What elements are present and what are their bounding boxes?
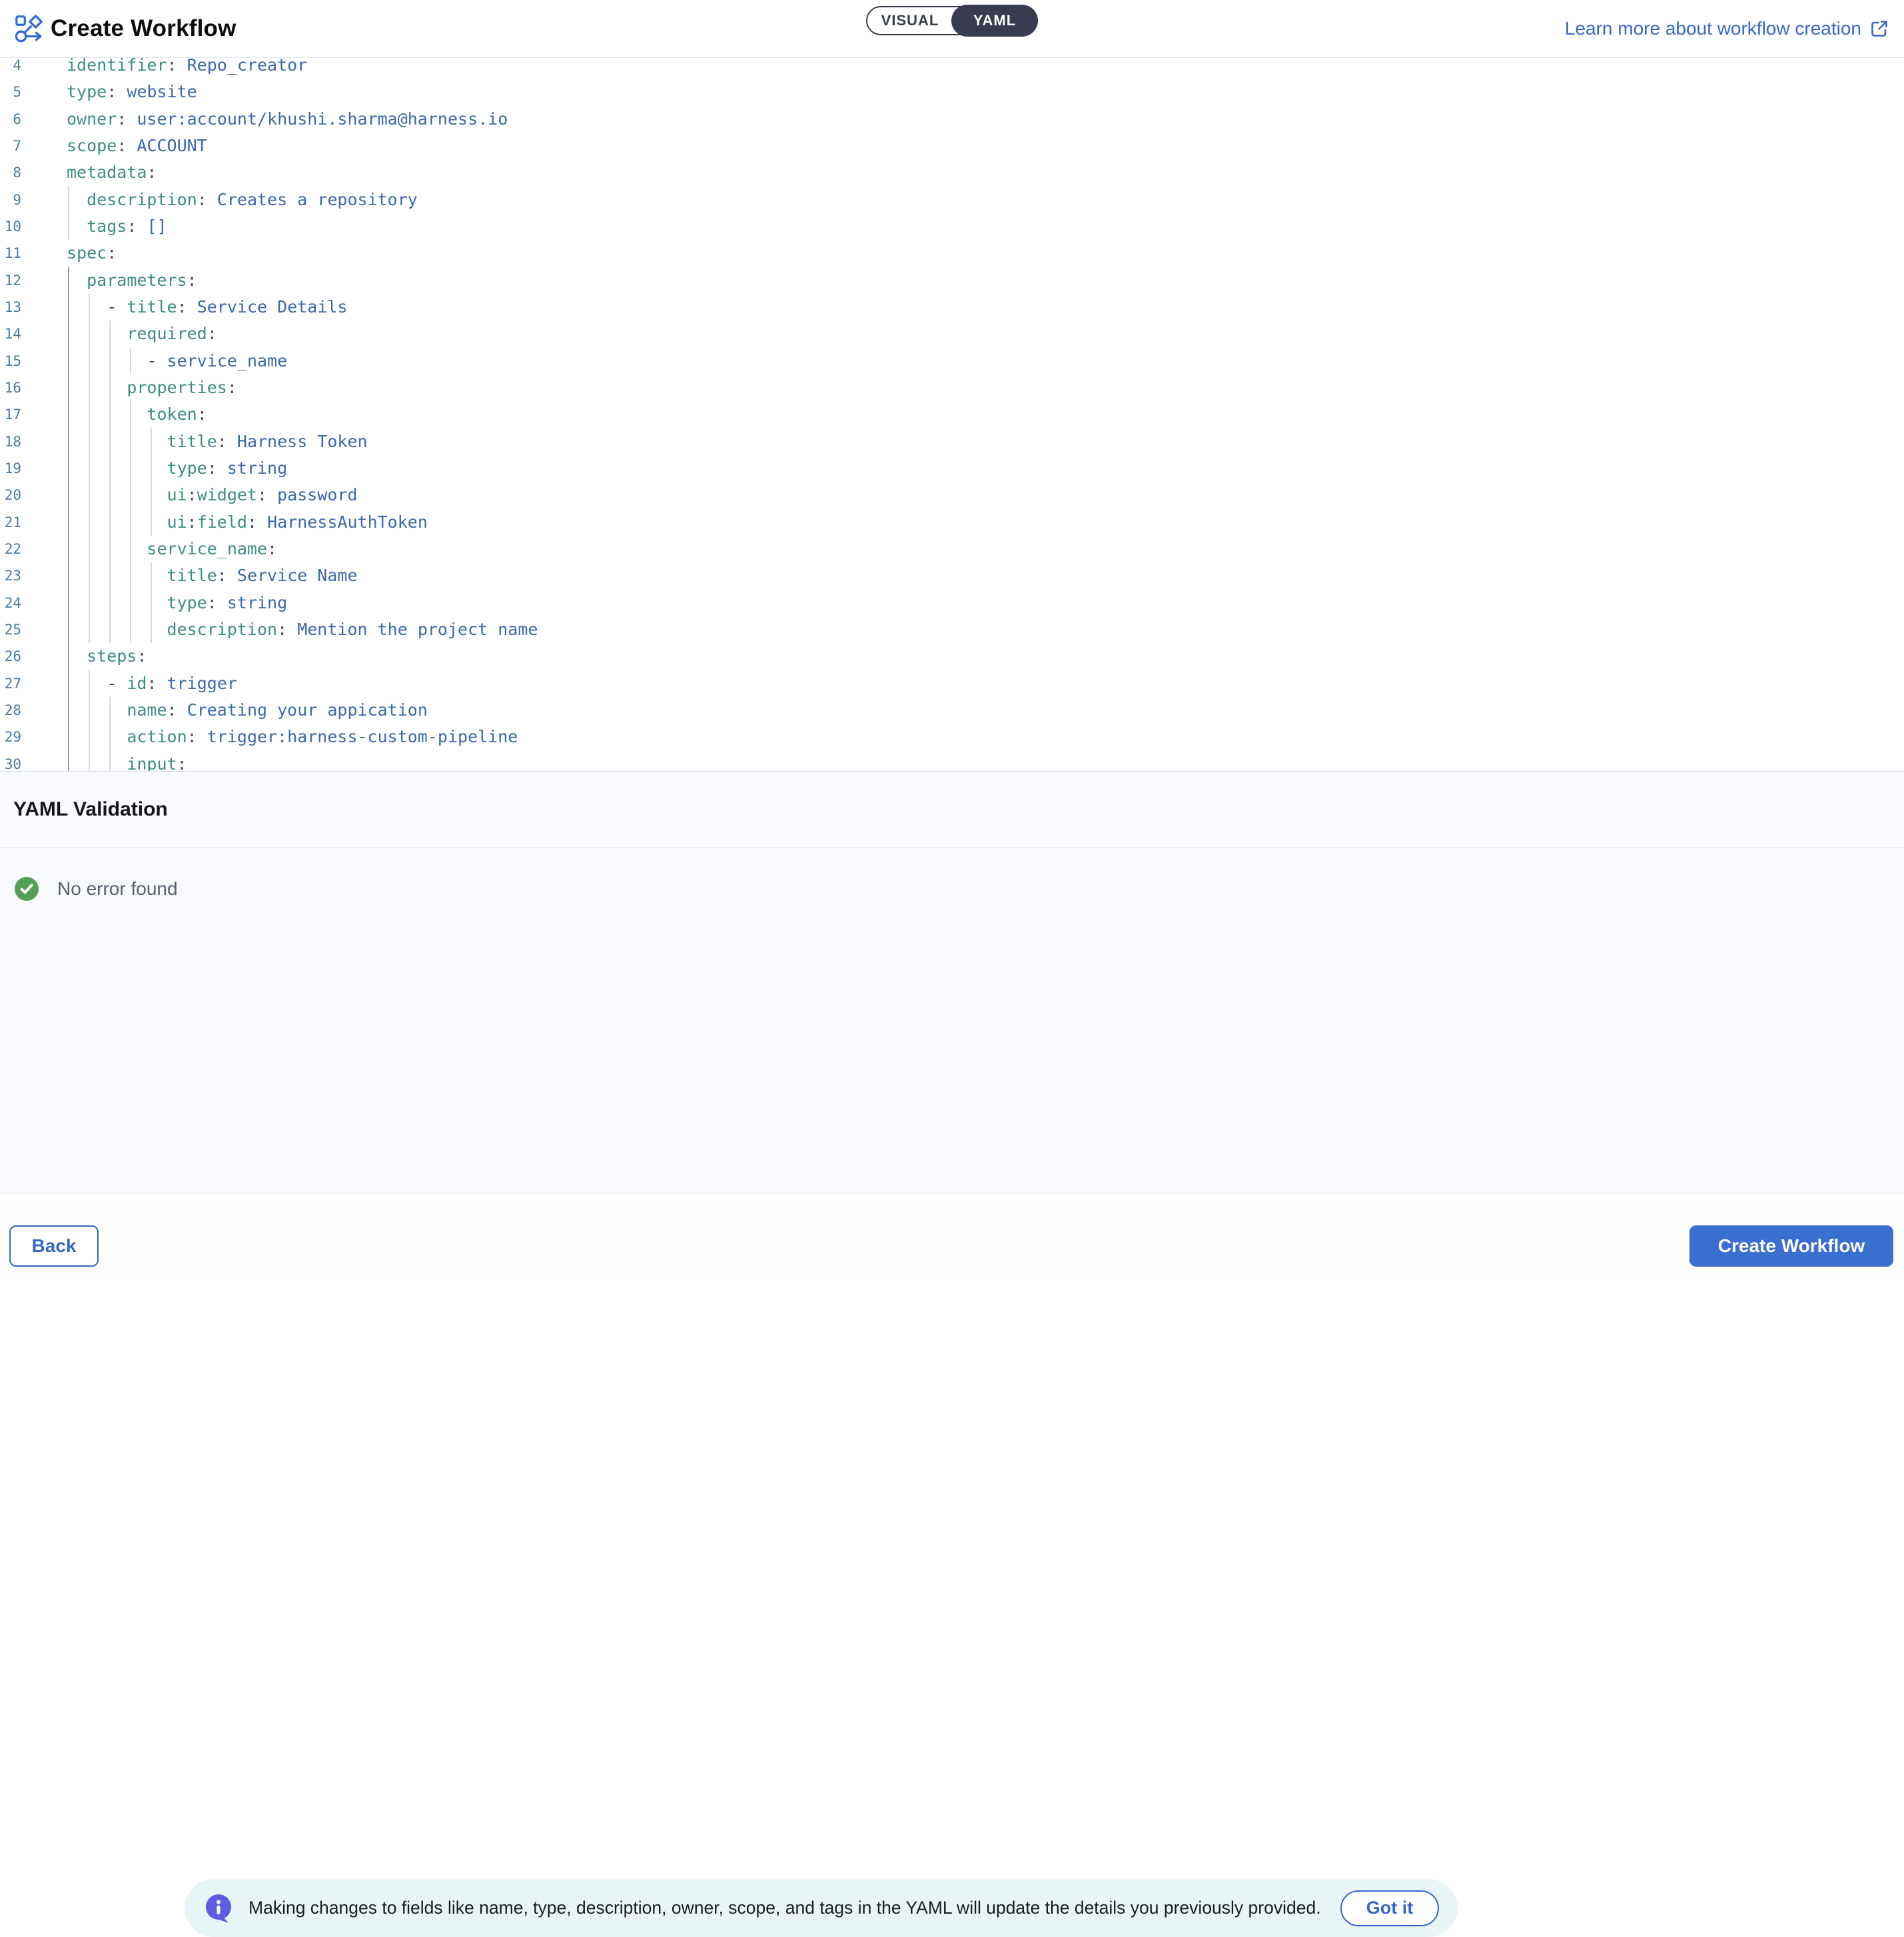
code-line[interactable]: 24 type: string [0,590,1904,616]
code-text: ui:widget: password [0,482,358,508]
code-line[interactable]: 27 - id: trigger [0,670,1904,697]
info-banner: Making changes to fields like name, type… [185,1879,1458,1937]
code-text: - service_name [0,348,287,374]
banner-text: Making changes to fields like name, type… [248,1898,1321,1918]
page-title: Create Workflow [51,0,237,57]
learn-more-label: Learn more about workflow creation [1565,18,1861,39]
code-text: type: string [0,455,287,482]
create-workflow-button[interactable]: Create Workflow [1689,1225,1893,1267]
code-line[interactable]: 17 token: [0,401,1904,428]
toggle-yaml[interactable]: YAML [951,5,1038,37]
code-text: name: Creating your appication [0,697,428,724]
code-line[interactable]: 30 input: [0,751,1904,771]
code-line[interactable]: 11spec: [0,240,1904,267]
code-text: - title: Service Details [0,294,347,321]
code-line[interactable]: 6owner: user:account/khushi.sharma@harne… [0,106,1904,133]
code-line[interactable]: 9 description: Creates a repository [0,187,1904,213]
code-line[interactable]: 23 title: Service Name [0,562,1904,589]
code-text: description: Creates a repository [0,187,418,213]
code-text: properties: [0,374,237,401]
code-line[interactable]: 8metadata: [0,159,1904,186]
validation-titlebar: YAML Validation [0,772,1904,848]
code-text: parameters: [0,267,197,294]
visual-yaml-toggle: VISUAL YAML [866,6,1038,35]
external-link-icon [1869,19,1889,39]
code-line[interactable]: 28 name: Creating your appication [0,697,1904,724]
validation-status-row: No error found [0,877,178,901]
code-text: identifier: Repo_creator [0,58,307,79]
code-line[interactable]: 25 description: Mention the project name [0,616,1904,643]
toggle-visual[interactable]: VISUAL [867,7,953,34]
code-line[interactable]: 20 ui:widget: password [0,482,1904,508]
code-text: type: string [0,590,287,616]
learn-more-link[interactable]: Learn more about workflow creation [1565,0,1889,57]
yaml-editor-lines: 4identifier: Repo_creator5type: website6… [0,58,1904,771]
code-text: title: Harness Token [0,428,368,455]
code-line[interactable]: 14 required: [0,321,1904,347]
code-text: type: website [0,79,197,105]
code-line[interactable]: 29 action: trigger:harness-custom-pipeli… [0,724,1904,750]
code-line[interactable]: 15 - service_name [0,348,1904,374]
page-header: Create Workflow VISUAL YAML Learn more a… [0,0,1904,58]
code-text: spec: [0,240,117,267]
code-line[interactable]: 5type: website [0,79,1904,105]
footer-bar: Back Create Workflow [0,1193,1904,1274]
code-line[interactable]: 12 parameters: [0,267,1904,294]
code-text: owner: user:account/khushi.sharma@harnes… [0,106,508,133]
code-line[interactable]: 10 tags: [] [0,213,1904,240]
validation-title: YAML Validation [13,798,168,821]
code-text: - id: trigger [0,670,237,697]
info-bubble-icon [205,1894,234,1923]
validation-message: No error found [57,878,178,900]
yaml-validation-panel: YAML Validation No error found Making ch… [0,771,1904,1193]
code-line[interactable]: 26 steps: [0,643,1904,670]
code-line[interactable]: 22 service_name: [0,536,1904,562]
code-text: ui:field: HarnessAuthToken [0,509,428,536]
code-line[interactable]: 16 properties: [0,374,1904,401]
yaml-editor[interactable]: 4identifier: Repo_creator5type: website6… [0,58,1904,771]
code-line[interactable]: 4identifier: Repo_creator [0,58,1904,79]
code-text: steps: [0,643,147,670]
back-button[interactable]: Back [9,1225,99,1267]
code-text: metadata: [0,159,157,186]
code-line[interactable]: 13 - title: Service Details [0,294,1904,321]
code-text: title: Service Name [0,562,358,589]
code-line[interactable]: 7scope: ACCOUNT [0,133,1904,159]
code-text: action: trigger:harness-custom-pipeline [0,724,518,750]
success-check-icon [15,877,39,901]
code-text: tags: [] [0,213,167,240]
workflow-icon [13,13,44,44]
code-line[interactable]: 21 ui:field: HarnessAuthToken [0,509,1904,536]
code-text: description: Mention the project name [0,616,538,643]
code-text: scope: ACCOUNT [0,133,207,159]
code-line[interactable]: 18 title: Harness Token [0,428,1904,455]
code-text: token: [0,401,207,428]
code-text: required: [0,321,217,347]
code-text: service_name: [0,536,277,562]
code-line[interactable]: 19 type: string [0,455,1904,482]
code-text: input: [0,751,187,771]
got-it-button[interactable]: Got it [1340,1890,1439,1926]
